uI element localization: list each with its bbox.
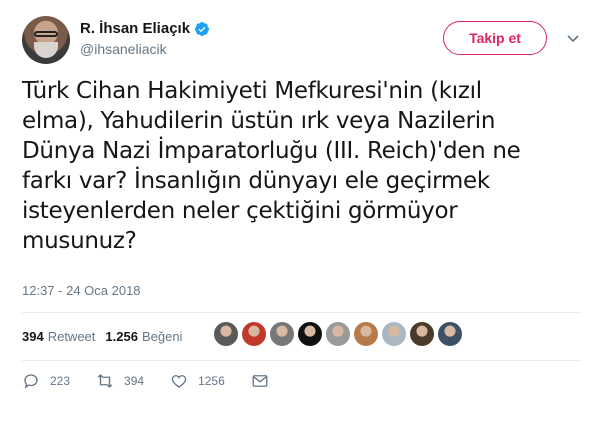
retweet-stat-label: Retweet (47, 328, 96, 344)
display-name-row[interactable]: R. İhsan Eliaçık (80, 20, 210, 37)
direct-message-action[interactable] (251, 372, 279, 390)
avatar-liker-6[interactable] (354, 322, 378, 346)
avatar-liker-4[interactable] (298, 322, 322, 346)
retweet-action[interactable]: 394 (96, 372, 144, 390)
like-count: 1256 (198, 374, 225, 388)
like-stat-label: Beğeni (141, 328, 183, 344)
tweet-stats: 394 Retweet 1.256 Beğeni (22, 321, 192, 351)
avatar-liker-9[interactable] (438, 322, 462, 346)
reply-count: 223 (50, 374, 71, 388)
avatar-liker-8[interactable] (410, 322, 434, 346)
verified-badge-icon (195, 21, 210, 36)
like-stat[interactable]: 1.256 Beğeni (105, 329, 182, 344)
retweet-count: 394 (124, 374, 145, 388)
liker-avatars (214, 322, 462, 346)
like-action[interactable]: 1256 (170, 372, 225, 390)
retweet-stat-count: 394 (22, 328, 44, 344)
tweet-timestamp[interactable]: 12:37 - 24 Oca 2018 (22, 283, 141, 298)
follow-button[interactable]: Takip et (443, 21, 547, 55)
reply-action[interactable]: 223 (22, 372, 70, 390)
user-name-block: R. İhsan Eliaçık @ihsaneliacik (80, 20, 210, 57)
divider-bottom (22, 360, 582, 361)
divider-top (22, 312, 582, 313)
user-handle[interactable]: @ihsaneliacik (80, 41, 210, 57)
avatar-liker-2[interactable] (242, 322, 266, 346)
retweet-stat[interactable]: 394 Retweet (22, 329, 95, 344)
reply-icon (24, 374, 38, 389)
avatar-liker-5[interactable] (326, 322, 350, 346)
like-stat-count: 1.256 (105, 328, 138, 344)
display-name[interactable]: R. İhsan Eliaçık (80, 20, 190, 37)
heart-icon (171, 375, 187, 388)
tweet-actions: 223 394 1256 (22, 372, 305, 390)
tweet-header: R. İhsan Eliaçık @ihsaneliacik Takip et (22, 14, 582, 66)
retweet-icon (97, 374, 113, 388)
avatar-liker-7[interactable] (382, 322, 406, 346)
avatar-liker-3[interactable] (270, 322, 294, 346)
envelope-icon (252, 375, 268, 387)
tweet-text: Türk Cihan Hakimiyeti Mefkuresi'nin (kız… (22, 78, 521, 254)
chevron-down-icon[interactable] (565, 30, 581, 46)
user-avatar[interactable] (22, 16, 70, 64)
avatar-liker-1[interactable] (214, 322, 238, 346)
avatar-beard (34, 42, 58, 58)
avatar-glasses (34, 31, 58, 37)
